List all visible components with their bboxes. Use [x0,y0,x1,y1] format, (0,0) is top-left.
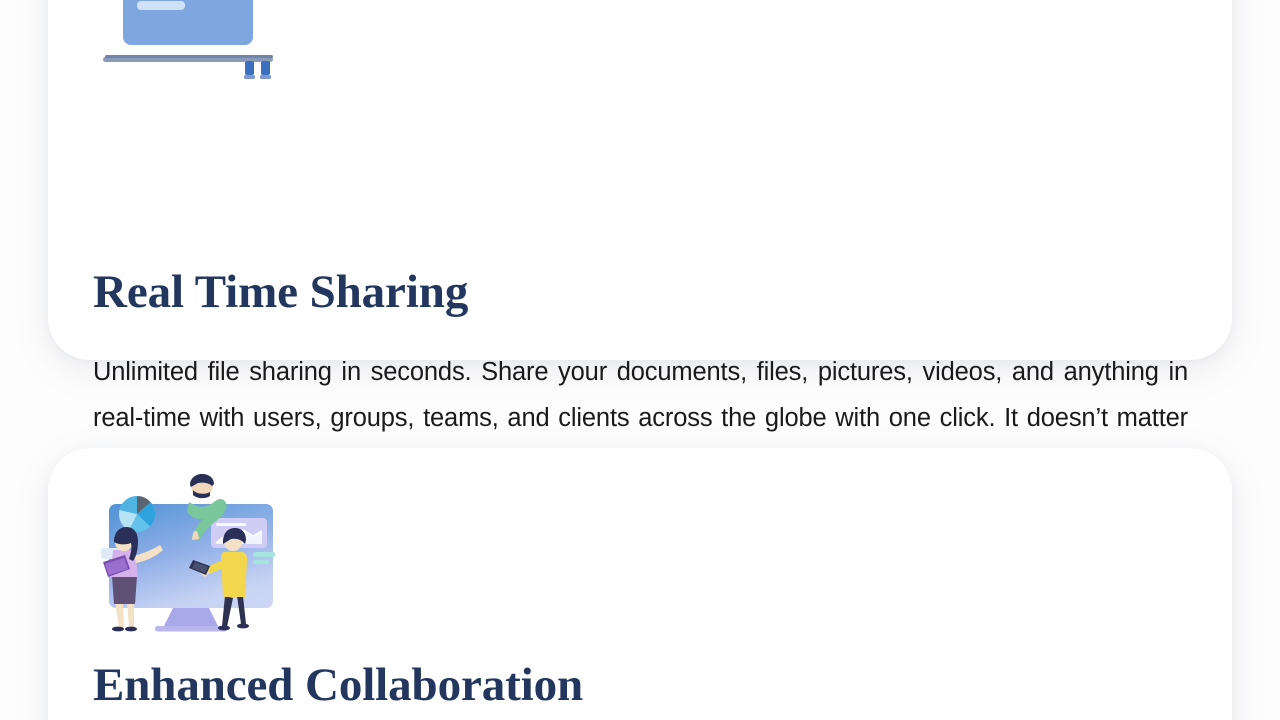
real-time-sharing-illustration [93,0,323,90]
feature-card-real-time-sharing: Real Time Sharing Unlimited file sharing… [48,0,1232,524]
enhanced-collaboration-illustration [93,474,289,641]
feature-card-enhanced-collaboration: Enhanced Collaboration [48,448,1232,720]
feature-cards-page: Real Time Sharing Unlimited file sharing… [0,0,1280,720]
card-title-enhanced-collaboration: Enhanced Collaboration [93,659,584,711]
card-title-real-time-sharing: Real Time Sharing [93,266,469,318]
